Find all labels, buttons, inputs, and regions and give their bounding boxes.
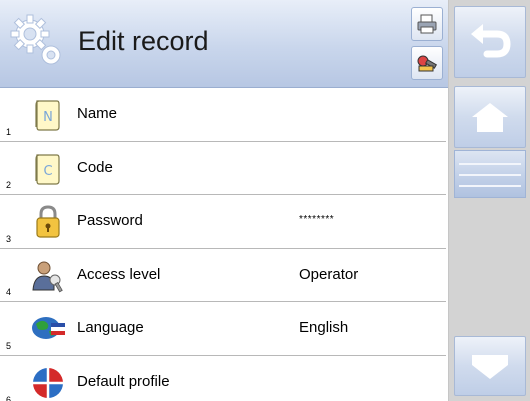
scroll-grip-line [459,185,521,187]
back-arrow-icon [471,24,511,58]
list-item-code[interactable]: C Code 2 [0,142,446,195]
scroll-grip-line [459,163,521,165]
side-panel [448,0,530,401]
list-item-password[interactable]: Password ******** 3 [0,195,446,249]
row-number: 2 [6,180,12,190]
row-number: 1 [6,126,12,137]
tools-button[interactable] [411,46,443,80]
page-title: Edit record [78,26,209,56]
code-icon: C [35,153,60,185]
scroll-grip-line [459,174,521,176]
row-number: 4 [6,287,12,297]
scroll-down-button[interactable] [454,336,526,396]
field-label: Language [77,319,144,336]
list-item-name[interactable]: N Name 1 [0,88,446,142]
gear-icon [10,14,61,65]
field-label: Access level [77,265,161,283]
header-bar: Edit record [0,0,448,88]
list-item-default-profile[interactable]: Default profile 6 [0,356,446,401]
name-icon: N [35,100,60,131]
field-value: ******** [299,214,335,225]
record-field-list: N Name 1 C Code 2 Password ******** 3 Ac… [0,88,446,401]
field-value: English [299,319,349,336]
home-icon [472,103,508,132]
home-button[interactable] [454,86,526,148]
field-label: Code [77,158,113,176]
row-number: 3 [6,233,12,244]
field-label: Default profile [77,372,170,390]
down-arrow-icon [472,355,508,379]
field-label: Password [77,212,143,229]
svg-text:C: C [43,164,52,179]
print-button[interactable] [411,7,443,41]
list-item-access-level[interactable]: Access level Operator 4 [0,249,446,302]
row-number: 5 [6,340,12,351]
padlock-icon [36,205,60,238]
printer-icon [417,14,437,34]
scrollbar-thumb[interactable] [454,150,526,198]
list-item-language[interactable]: Language English 5 [0,302,446,356]
user-access-icon [32,261,63,292]
row-number: 6 [6,395,12,401]
globe-icon [32,317,65,339]
field-value: Operator [299,265,359,283]
tools-icon [417,55,438,72]
field-label: Name [77,105,118,122]
back-button[interactable] [454,6,526,78]
default-profile-icon [33,367,63,398]
svg-text:N: N [43,110,53,125]
